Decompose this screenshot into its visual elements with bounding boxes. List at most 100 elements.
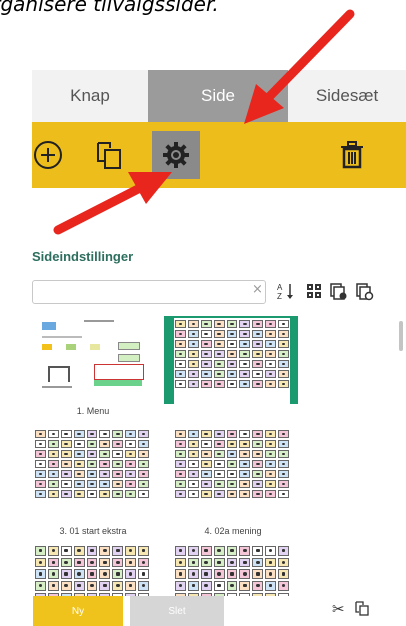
symbol-cell (187, 330, 199, 338)
symbol-glyph (191, 322, 196, 326)
symbol-glyph (77, 442, 81, 446)
symbol-cell (265, 330, 277, 338)
symbol-glyph (230, 583, 234, 588)
symbol-cell (138, 460, 149, 468)
symbol-glyph (103, 482, 107, 486)
page-thumbnail-5[interactable] (34, 544, 150, 596)
symbol-glyph (77, 583, 81, 588)
symbol-glyph (178, 560, 183, 564)
symbol-cell (125, 470, 137, 478)
new-page-button[interactable]: Ny (33, 596, 123, 626)
symbol-glyph (281, 372, 286, 376)
symbol-glyph (230, 362, 234, 366)
symbol-glyph (103, 572, 107, 576)
symbol-glyph (90, 442, 94, 446)
symbol-cell (187, 581, 199, 591)
symbol-cell (60, 546, 72, 556)
symbol-glyph (64, 560, 68, 564)
symbol-cell (252, 581, 264, 591)
page-thumbnail-6[interactable] (174, 544, 290, 596)
copy-icon[interactable] (354, 600, 370, 620)
symbol-cell (278, 360, 289, 368)
symbol-glyph (243, 342, 247, 346)
symbol-glyph (230, 432, 234, 436)
symbol-glyph (64, 442, 68, 446)
symbol-glyph (268, 548, 273, 553)
page-caption-1: 1. Menu (76, 406, 110, 416)
symbol-cell (200, 490, 212, 498)
symbol-cell (252, 430, 264, 438)
add-page-icon[interactable] (328, 281, 348, 301)
sort-az-icon[interactable]: AZ (276, 281, 296, 301)
symbol-cell (187, 370, 199, 378)
symbol-cell (138, 450, 149, 458)
symbol-glyph (38, 492, 43, 496)
symbol-cell (252, 340, 264, 348)
page-thumbnail-3[interactable] (34, 428, 150, 514)
symbol-glyph (77, 548, 81, 553)
symbol-glyph (243, 482, 247, 486)
symbol-glyph (178, 548, 183, 553)
symbol-glyph (268, 442, 273, 446)
grid-view-icon[interactable] (304, 281, 324, 301)
symbol-glyph (178, 352, 183, 356)
symbol-cell (60, 450, 72, 458)
delete-page-button[interactable]: Slet (130, 596, 224, 626)
page-thumbnail-2[interactable] (174, 318, 290, 404)
symbol-cell (86, 460, 98, 468)
symbol-glyph (281, 482, 286, 486)
symbol-cell (112, 450, 124, 458)
symbol-cell (265, 460, 277, 468)
symbol-glyph (281, 560, 286, 564)
symbol-glyph (217, 362, 221, 366)
symbol-glyph (230, 332, 234, 336)
symbol-cell (239, 380, 251, 388)
symbol-glyph (243, 382, 247, 386)
symbol-glyph (243, 372, 247, 376)
symbol-glyph (217, 492, 221, 496)
symbol-cell (200, 546, 212, 556)
section-title: Sideindstillinger (32, 249, 134, 264)
symbol-cell (175, 380, 186, 388)
symbol-glyph (191, 472, 196, 476)
symbol-cell (35, 470, 46, 478)
symbol-cell (265, 380, 277, 388)
symbol-cell (200, 470, 212, 478)
symbol-cell (187, 440, 199, 448)
symbol-glyph (128, 462, 133, 466)
symbol-cell (138, 480, 149, 488)
symbol-glyph (77, 452, 81, 456)
scrollbar[interactable] (399, 321, 403, 351)
search-input[interactable] (32, 280, 266, 304)
symbol-cell (278, 592, 289, 596)
symbol-cell (125, 440, 137, 448)
symbol-glyph (38, 432, 43, 436)
symbol-cell (252, 330, 264, 338)
symbol-glyph (281, 462, 286, 466)
add-page-alt-icon[interactable] (354, 281, 374, 301)
symbol-cell (187, 320, 199, 328)
symbol-cell (252, 546, 264, 556)
symbol-glyph (281, 442, 286, 446)
symbol-glyph (243, 572, 247, 576)
page-caption-3: 3. 01 start ekstra (59, 526, 127, 536)
symbol-glyph (64, 482, 68, 486)
symbol-glyph (268, 362, 273, 366)
scissors-icon[interactable]: ✂ (332, 600, 345, 618)
symbol-glyph (191, 382, 196, 386)
page-thumbnail-4[interactable] (174, 428, 290, 514)
symbol-glyph (51, 462, 56, 466)
symbol-glyph (255, 548, 260, 553)
symbol-cell (252, 350, 264, 358)
symbol-cell (226, 557, 238, 568)
symbol-cell (252, 569, 264, 579)
symbol-cell (175, 490, 186, 498)
symbol-cell (99, 440, 111, 448)
symbol-glyph (38, 560, 43, 564)
symbol-glyph (230, 342, 234, 346)
symbol-cell (278, 460, 289, 468)
page-thumbnail-1[interactable] (34, 316, 150, 402)
clear-search-icon[interactable]: × (252, 282, 263, 297)
symbol-cell (99, 450, 111, 458)
symbol-glyph (243, 442, 247, 446)
